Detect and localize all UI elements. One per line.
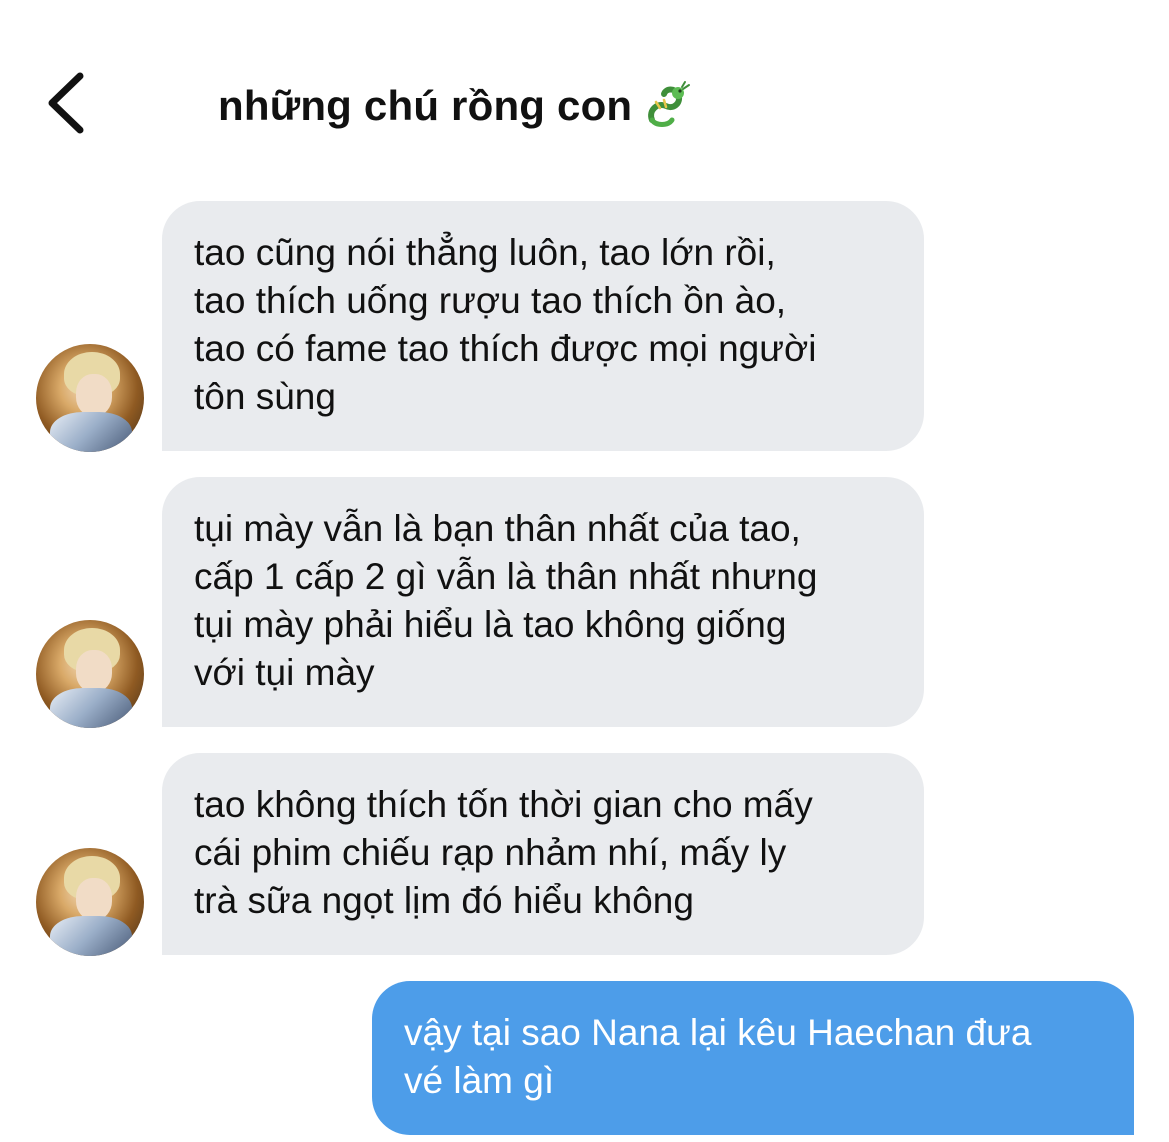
avatar-face [76,650,112,692]
chevron-left-icon [48,72,84,134]
incoming-message-bubble[interactable]: tao cũng nói thẳng luôn, tao lớn rồi, ta… [162,201,924,451]
message-text: tao cũng nói thẳng luôn, tao lớn rồi, ta… [194,232,817,417]
avatar-shirt [50,412,132,452]
user-avatar[interactable] [36,344,144,452]
user-avatar[interactable] [36,620,144,728]
incoming-message-bubble[interactable]: tụi mày vẫn là bạn thân nhất của tao, cấ… [162,477,924,727]
outgoing-message-bubble[interactable]: vậy tại sao Nana lại kêu Haechan đưa vé … [372,981,1134,1135]
message-text: tao không thích tốn thời gian cho mấy cá… [194,784,813,921]
avatar-face [76,374,112,416]
chat-title: những chú rồng con [218,82,633,129]
avatar-shirt [50,916,132,956]
avatar-shirt [50,688,132,728]
message-text: vậy tại sao Nana lại kêu Haechan đưa vé … [404,1012,1032,1101]
user-avatar[interactable] [36,848,144,956]
incoming-message-bubble[interactable]: tao không thích tốn thời gian cho mấy cá… [162,753,924,955]
message-text: tụi mày vẫn là bạn thân nhất của tao, cấ… [194,508,818,693]
back-button[interactable] [40,70,100,134]
dragon-icon [648,81,691,127]
chat-title-group[interactable]: những chú rồng con [218,78,694,134]
chat-header: những chú rồng con [0,0,1169,190]
avatar-face [76,878,112,920]
